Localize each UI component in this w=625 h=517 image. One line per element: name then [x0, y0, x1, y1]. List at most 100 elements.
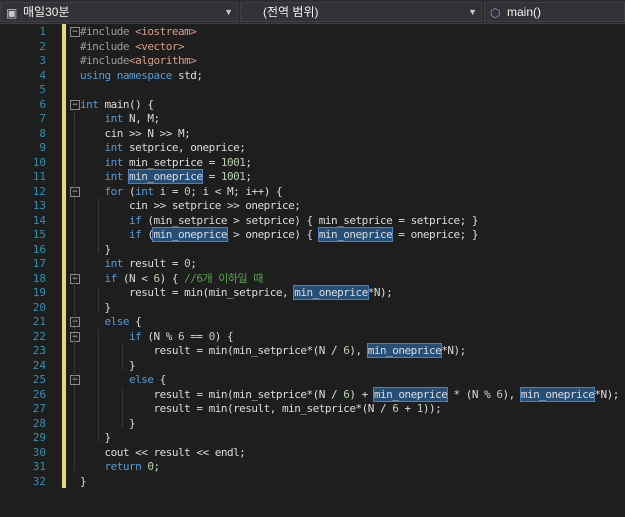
code-text: if (N < 6) { //6개 이하일 때 — [104, 271, 264, 285]
code-line[interactable]: 22 − if (N % 6 == 0) { — [0, 330, 625, 345]
scope-dropdown[interactable]: (전역 범위) ▼ — [240, 2, 482, 22]
scope-dropdown-label: (전역 범위) — [263, 5, 319, 19]
line-number: 15 — [32, 228, 46, 241]
line-number: 1 — [39, 25, 46, 38]
code-text: int main() { — [80, 97, 154, 111]
line-number: 2 — [39, 39, 46, 53]
collapse-icon[interactable]: − — [70, 99, 80, 110]
code-text: if (min_setprice > setprice) { min_setpr… — [128, 213, 478, 227]
code-line[interactable]: 10 int min_setprice = 1001; — [0, 156, 625, 171]
code-text: result = min(min_setprice*(N / 6) + min_… — [80, 386, 619, 402]
collapse-icon[interactable]: − — [70, 273, 80, 284]
code-line[interactable]: 25 − else { — [0, 373, 625, 388]
code-line[interactable]: 31 return 0; — [0, 460, 625, 475]
line-number: 25 — [32, 373, 46, 386]
line-number: 5 — [39, 83, 46, 96]
line-number: 9 — [39, 141, 46, 154]
code-editor[interactable]: 1− #include <iostream> 2 #include <vector> 3… — [0, 24, 625, 517]
indent-guide — [98, 286, 99, 311]
code-line[interactable]: 9 int setprice, oneprice; — [0, 141, 625, 156]
code-text: cout << result << endl; — [80, 445, 246, 459]
line-number: 30 — [32, 445, 46, 459]
line-number: 4 — [39, 68, 46, 82]
line-number: 6 — [39, 97, 46, 111]
code-text: cin >> N >> M; — [80, 126, 191, 140]
code-line[interactable]: 7 int N, M; — [0, 112, 625, 127]
code-text: int setprice, oneprice; — [104, 141, 246, 154]
code-text: #include<algorithm> — [80, 54, 197, 67]
code-line[interactable]: 14 if (min_setprice > setprice) { min_se… — [0, 214, 625, 229]
code-line[interactable]: 17 int result = 0; — [0, 257, 625, 272]
line-number: 27 — [32, 402, 46, 415]
line-number: 22 — [32, 329, 46, 343]
line-number: 16 — [32, 242, 46, 256]
code-line[interactable]: 4 using namespace std; — [0, 69, 625, 84]
code-line[interactable]: 29 } — [0, 431, 625, 446]
line-number: 28 — [32, 416, 46, 430]
code-text: using namespace std; — [80, 68, 203, 82]
line-number: 32 — [32, 474, 46, 488]
code-text: return 0; — [104, 460, 161, 473]
code-line[interactable]: 21 − else { — [0, 315, 625, 330]
code-text: } — [80, 242, 111, 256]
code-line[interactable]: 2 #include <vector> — [0, 40, 625, 55]
line-number: 26 — [32, 387, 46, 401]
code-text: result = min(result, min_setprice*(N / 6… — [80, 402, 442, 415]
code-line[interactable]: 32} — [0, 475, 625, 490]
code-line[interactable]: 13 cin >> setprice >> oneprice; — [0, 199, 625, 214]
code-line[interactable]: 3 #include<algorithm> — [0, 54, 625, 69]
code-text: else { — [128, 373, 166, 386]
line-number: 11 — [32, 170, 46, 183]
code-line[interactable]: 28 } — [0, 417, 625, 432]
line-number: 13 — [32, 199, 46, 212]
code-line[interactable]: 19 result = min(min_setprice, min_onepri… — [0, 285, 625, 301]
code-text: int min_oneprice = 1001; — [104, 169, 252, 184]
code-text: result = min(min_setprice, min_oneprice*… — [80, 285, 393, 300]
code-line[interactable]: 23 result = min(min_setprice*(N / 6), mi… — [0, 343, 625, 359]
code-line[interactable]: 27 result = min(result, min_setprice*(N … — [0, 402, 625, 417]
code-text: cin >> setprice >> oneprice; — [80, 199, 301, 212]
indent-guide — [122, 344, 123, 369]
file-dropdown-label: 매일30분 — [23, 5, 70, 19]
project-icon: ▣ — [6, 6, 18, 20]
collapse-icon[interactable]: − — [70, 27, 80, 37]
code-line[interactable]: 16 } — [0, 243, 625, 258]
function-cube-icon: ⬡ — [490, 6, 501, 20]
line-number: 7 — [39, 112, 46, 125]
code-line[interactable]: 20 } — [0, 301, 625, 316]
code-line[interactable]: 12 − for (int i = 0; i < M; i++) { — [0, 185, 625, 200]
code-line[interactable]: 24 } — [0, 359, 625, 374]
code-line[interactable]: 11 int min_oneprice = 1001; — [0, 169, 625, 185]
code-line[interactable]: 1 − #include <iostream> — [0, 25, 625, 40]
line-number: 20 — [32, 300, 46, 314]
indent-guide — [98, 329, 99, 441]
code-line[interactable]: 15 if (min_oneprice > oneprice) { min_on… — [0, 227, 625, 243]
code-text: } — [80, 358, 136, 372]
code-text: int min_setprice = 1001; — [104, 155, 252, 169]
line-number: 31 — [32, 460, 46, 473]
file-dropdown[interactable]: ▣ 매일30분 ▼ — [0, 2, 238, 22]
code-text: } — [80, 474, 87, 488]
code-line[interactable]: 8 cin >> N >> M; — [0, 127, 625, 142]
code-text: #include <iostream> — [80, 25, 197, 38]
line-number: 10 — [32, 155, 46, 169]
collapse-icon[interactable]: − — [70, 375, 80, 385]
line-number: 14 — [32, 213, 46, 227]
code-line[interactable]: 6 − int main() { — [0, 98, 625, 113]
line-number: 8 — [39, 126, 46, 140]
code-text: } — [80, 416, 136, 430]
code-line[interactable]: 30 cout << result << endl; — [0, 446, 625, 461]
code-line[interactable]: 5 — [0, 83, 625, 98]
collapse-icon[interactable]: − — [70, 186, 80, 197]
code-line[interactable]: 26 result = min(min_setprice*(N / 6) + m… — [0, 386, 625, 403]
line-number: 23 — [32, 344, 46, 357]
code-text: if (N % 6 == 0) { — [128, 329, 234, 343]
code-text: int result = 0; — [104, 257, 197, 270]
code-text: #include <vector> — [80, 39, 185, 53]
collapse-icon[interactable]: − — [70, 331, 80, 342]
line-number: 3 — [39, 54, 46, 67]
code-line[interactable]: 18 − if (N < 6) { //6개 이하일 때 — [0, 272, 625, 287]
line-number: 24 — [32, 358, 46, 372]
collapse-icon[interactable]: − — [70, 317, 80, 327]
function-dropdown[interactable]: ⬡ main() — [484, 2, 625, 22]
